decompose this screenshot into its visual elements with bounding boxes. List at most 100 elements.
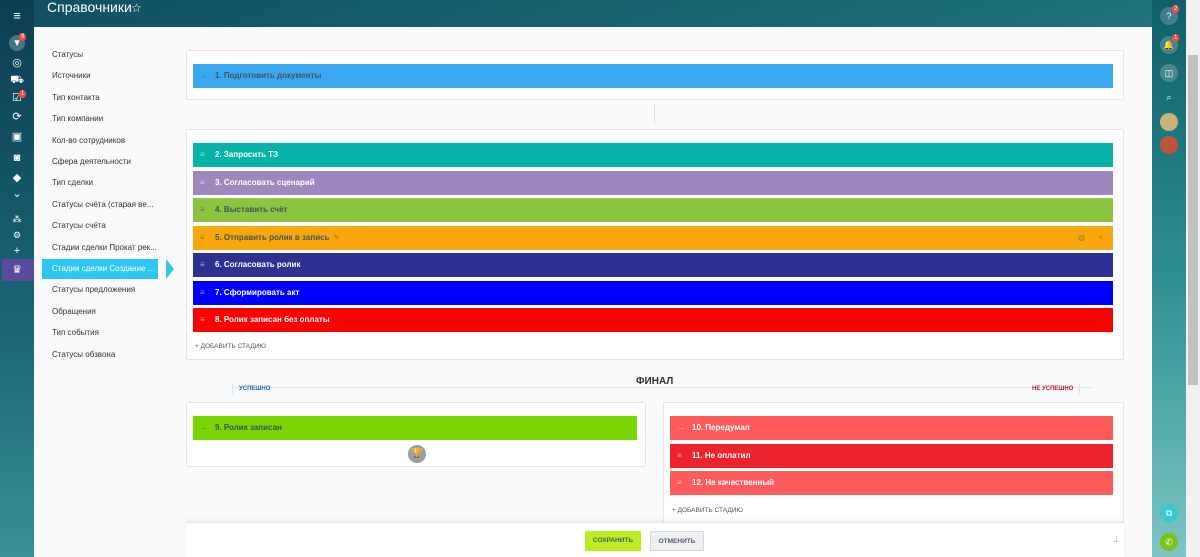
close-icon[interactable]: × (1098, 226, 1103, 250)
add-stage-link[interactable]: + ДОБАВИТЬ СТАДИЮ (195, 343, 266, 350)
drag-handle-icon[interactable]: ≡ (200, 143, 205, 167)
menu-item[interactable]: Кол-во сотрудников (42, 133, 166, 149)
save-button[interactable]: СОХРАНИТЬ (585, 531, 641, 551)
phone-icon[interactable]: ✆ (1160, 533, 1178, 551)
robot-icon[interactable]: ◙ (9, 150, 25, 166)
cancel-button[interactable]: ОТМЕНИТЬ (650, 531, 704, 551)
stage-label: 4. Выставить счёт (215, 205, 288, 214)
arrow-icon: → (200, 423, 208, 432)
arrow-icon: → (200, 71, 208, 80)
menu-item-label: Обращения (52, 306, 96, 316)
edit-icon[interactable]: ✎ (333, 226, 340, 250)
menu-item[interactable]: Тип события (42, 325, 166, 341)
menu-item[interactable]: Статусы предложения (42, 282, 166, 298)
drag-handle-icon[interactable]: ≡ (677, 471, 682, 495)
page-title: Справочники (47, 0, 132, 15)
bell-icon[interactable]: 🔔 1 (1160, 34, 1180, 54)
stage-item[interactable]: ≡ 12. Не качественный (670, 471, 1113, 495)
chat-icon[interactable]: ◫ (1160, 64, 1178, 82)
drag-handle-icon[interactable]: ≡ (677, 444, 682, 468)
success-label: УСПЕШНО (232, 384, 276, 394)
menu-item[interactable]: Сфера деятельности (42, 154, 166, 170)
menu-item[interactable]: Статусы счёта (старая ве... (42, 197, 166, 213)
filter-icon[interactable]: ▾ 9 (9, 33, 27, 51)
help-icon[interactable]: ? 2 (1160, 5, 1180, 25)
menu-item[interactable]: Статусы (42, 47, 166, 63)
stage-label: 10. Передумал (692, 423, 750, 432)
menu-item[interactable]: Тип контакта (42, 90, 166, 106)
success-box: → 9. Ролик записан 🏆 (186, 402, 646, 467)
gear-icon[interactable]: ⚙ (9, 227, 25, 243)
menu-item-label: Источники (52, 71, 91, 81)
trophy-icon: 🏆 (408, 445, 426, 463)
contact-card-icon[interactable]: ▣ (9, 129, 25, 145)
menu-item-label: Тип сделки (52, 178, 94, 188)
cart-icon[interactable]: ⛟ (9, 72, 25, 88)
menu-item-label: Кол-во сотрудников (52, 135, 126, 145)
menu-item[interactable]: Тип компании (42, 111, 166, 127)
stage-item[interactable]: ≡ 11. Не оплатил (670, 443, 1113, 468)
fail-label: НЕ УСПЕШНО (1026, 384, 1081, 394)
chevron-down-circle-icon[interactable]: ⌄ (9, 186, 25, 202)
apps-icon[interactable]: ⧉ (1160, 504, 1178, 522)
menu-item-label: Тип компании (52, 114, 104, 124)
menu-item[interactable]: Статусы обзвона (42, 347, 166, 363)
menu-item[interactable]: Стадии сделки Прокат рек... (42, 240, 166, 256)
stage-item[interactable]: ≡ 4. Выставить счёт (193, 198, 1113, 222)
drag-handle-icon[interactable]: ≡ (200, 198, 205, 222)
stage-item[interactable]: → 9. Ролик записан (193, 416, 637, 440)
drag-handle-icon[interactable]: ≡ (200, 308, 205, 332)
scrollbar[interactable] (1186, 0, 1200, 557)
drag-handle-icon[interactable]: ≡ (200, 171, 205, 195)
star-icon[interactable]: ☆ (131, 1, 142, 15)
menu-icon[interactable]: ≡ (9, 8, 25, 24)
crown-button[interactable]: ♛ (2, 259, 34, 281)
pin-icon[interactable]: ⊥ (1113, 535, 1120, 544)
add-stage-link[interactable]: + ДОБАВИТЬ СТАДИЮ (672, 507, 743, 514)
arrow-icon: → (677, 423, 685, 432)
stage-label: 9. Ролик записан (215, 423, 282, 432)
menu-item-label: Тип контакта (52, 92, 100, 102)
badge: 9 (19, 33, 27, 41)
menu-item-label: Статусы предложения (52, 285, 136, 295)
right-nav: ? 2 🔔 1 ◫ ⌕ ⧉ ✆ (1152, 0, 1186, 557)
stage-item[interactable]: ≡ 3. Согласовать сценарий (193, 170, 1113, 195)
menu-item[interactable]: Тип сделки (42, 175, 166, 191)
stage-label: 11. Не оплатил (692, 450, 751, 460)
stage-item[interactable]: ≡ 5. Отправить ролик в запись ✎ ◍ × (193, 225, 1113, 250)
share-icon[interactable]: ⟳ (9, 109, 25, 125)
first-stage-box: → 1. Подготовить документы (186, 50, 1124, 100)
final-title: ФИНАЛ (630, 376, 680, 387)
menu-item[interactable]: Источники (42, 68, 166, 84)
target-icon[interactable]: ◎ (9, 55, 25, 71)
stage-item[interactable]: → 1. Подготовить документы (193, 64, 1113, 88)
content: Статусы Источники Тип контакта Тип компании… (34, 27, 1152, 557)
stage-label: 3. Согласовать сценарий (215, 177, 315, 187)
stage-item[interactable]: ≡ 2. Запросить ТЗ (193, 143, 1113, 167)
box-icon[interactable]: ◆ (9, 170, 25, 186)
stage-item[interactable]: ≡ 8. Ролик записан без оплаты (193, 308, 1113, 332)
avatar[interactable] (1160, 136, 1178, 154)
avatar[interactable] (1160, 113, 1178, 131)
sitemap-icon[interactable]: ⁂ (9, 211, 25, 227)
stages-box: ≡ 2. Запросить ТЗ ≡ 3. Согласовать сценарий… (186, 129, 1124, 360)
drag-handle-icon[interactable]: ≡ (200, 281, 205, 305)
drag-handle-icon[interactable]: ≡ (200, 253, 205, 277)
divider (654, 103, 655, 123)
stage-item[interactable]: ≡ 6. Согласовать ролик (193, 253, 1113, 277)
active-arrow (166, 259, 174, 279)
plus-icon[interactable]: + (9, 243, 25, 259)
color-picker-icon[interactable]: ◍ (1078, 226, 1085, 250)
drag-handle-icon[interactable]: ≡ (200, 226, 205, 250)
stage-item[interactable]: ≡ 7. Сформировать акт (193, 280, 1113, 305)
menu-item-label: Стадии сделки Прокат рек... (52, 242, 157, 252)
menu-item[interactable]: Статусы счёта (42, 218, 166, 234)
tasks-icon[interactable]: ☑ 1 (9, 90, 27, 106)
scrollbar-thumb[interactable] (1188, 55, 1198, 385)
fail-box: → 10. Передумал ≡ 11. Не оплатил ≡ 12. Не кач… (663, 402, 1124, 527)
search-icon[interactable]: ⌕ (1160, 88, 1178, 106)
menu-item[interactable]: Стадии сделки Создание ... (42, 259, 174, 279)
stage-item[interactable]: → 10. Передумал (670, 416, 1113, 440)
crown-icon: ♛ (12, 264, 22, 276)
menu-item[interactable]: Обращения (42, 304, 166, 320)
